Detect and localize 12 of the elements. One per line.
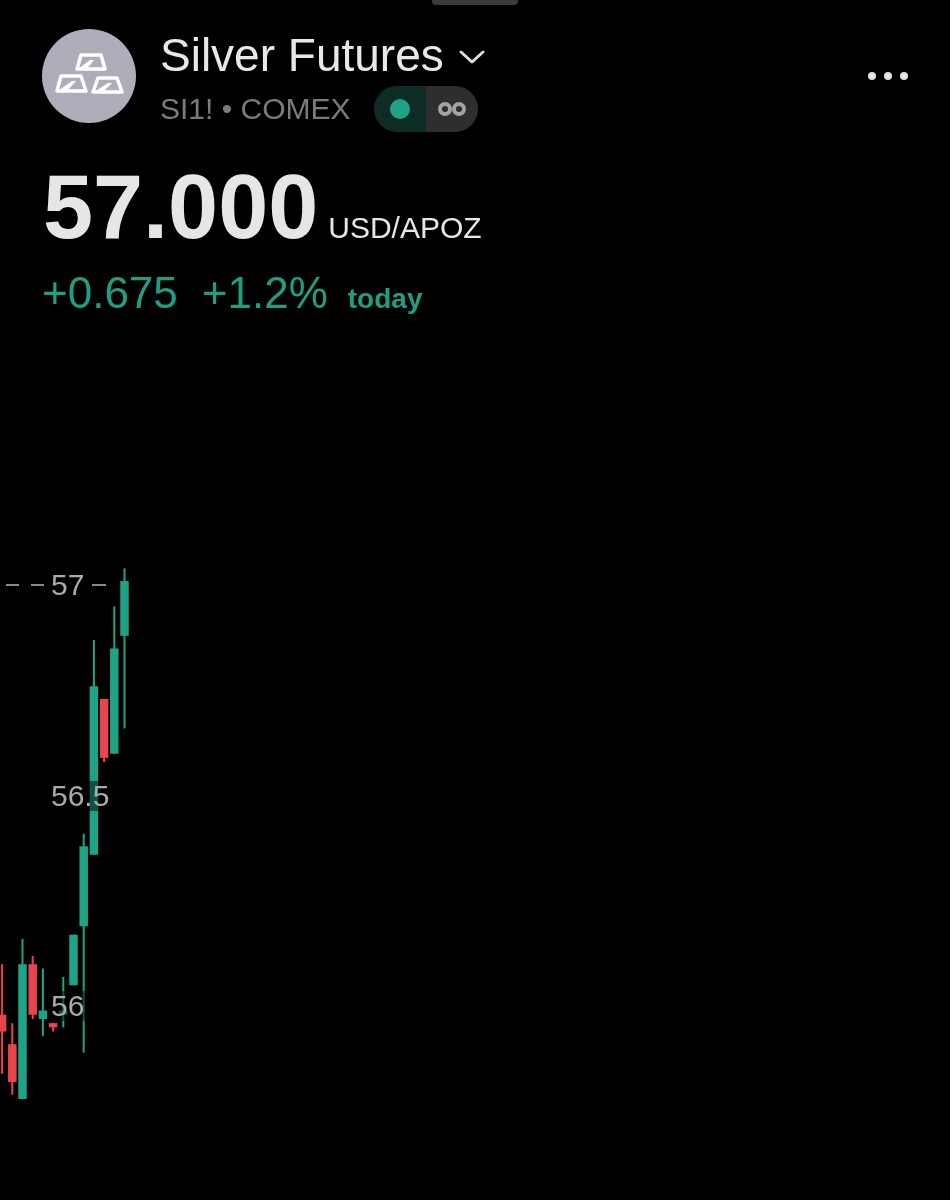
infinity-icon bbox=[437, 102, 466, 116]
ticker-exchange-text: SI1! • COMEX bbox=[160, 92, 351, 126]
chevron-down-icon bbox=[458, 50, 485, 64]
instrument-dropdown[interactable]: Silver Futures bbox=[160, 29, 485, 81]
price-change: +0.675 bbox=[42, 271, 178, 315]
percent-change: +1.2% bbox=[201, 271, 328, 315]
price-unit: USD/APOZ bbox=[328, 211, 482, 245]
price-line bbox=[92, 584, 106, 587]
ingot-stack-icon bbox=[42, 29, 136, 123]
more-options-icon bbox=[868, 72, 908, 80]
change-period: today bbox=[347, 283, 423, 315]
price-value: 57.000 bbox=[43, 162, 319, 252]
